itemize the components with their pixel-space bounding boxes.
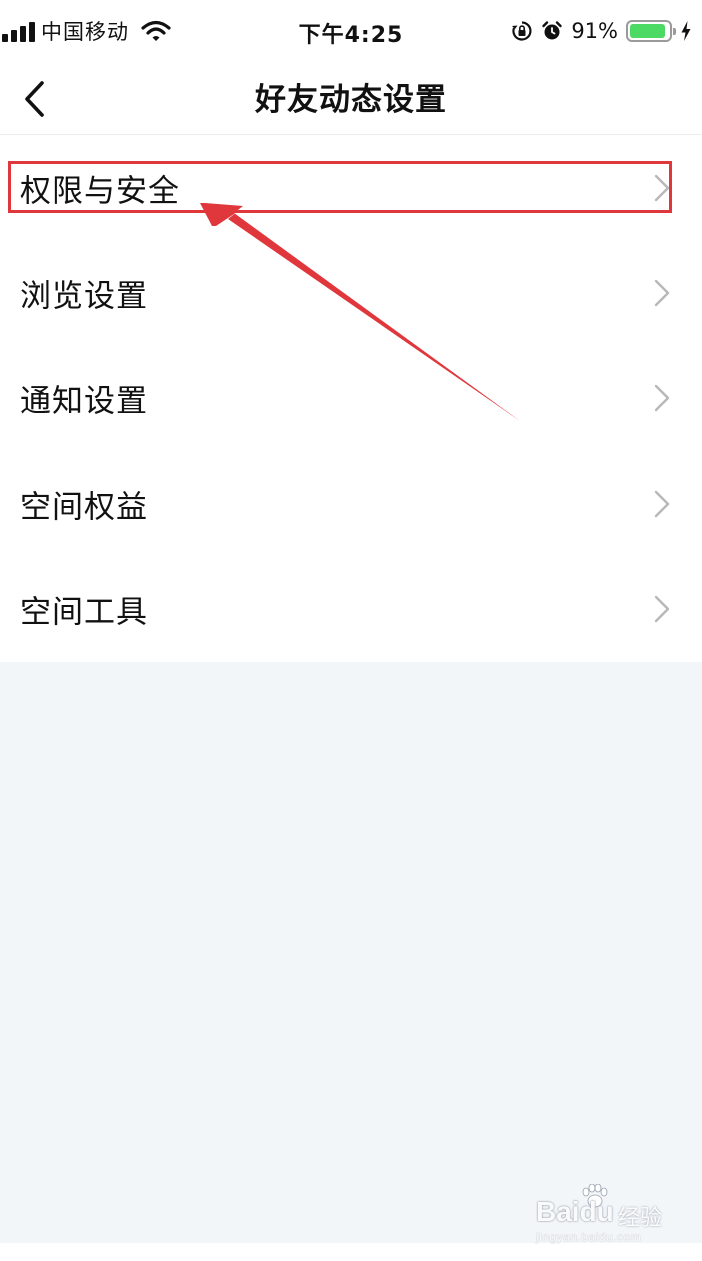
menu-item-space-tools[interactable]: 空间工具: [0, 557, 702, 662]
chevron-right-icon: [654, 596, 670, 623]
menu-item-space-benefits[interactable]: 空间权益: [0, 451, 702, 556]
status-bar: 中国移动 下午4:25 91%: [0, 0, 702, 64]
settings-menu: 权限与安全 浏览设置 通知设置 空间权益 空间工具: [0, 135, 702, 662]
bottom-band: [0, 1243, 702, 1261]
menu-item-label: 浏览设置: [20, 278, 148, 315]
battery-percent: 91%: [571, 19, 618, 43]
menu-item-permissions-security[interactable]: 权限与安全: [0, 135, 702, 240]
menu-item-label: 权限与安全: [20, 173, 180, 210]
watermark-brand: Baidu: [536, 1196, 614, 1227]
baidu-jingyan-watermark: Baidu 经验 jingyan.baidu.com: [534, 1184, 666, 1246]
menu-item-notification-settings[interactable]: 通知设置: [0, 346, 702, 451]
alarm-icon: [542, 21, 563, 40]
status-right: 91%: [511, 16, 692, 46]
watermark-url: jingyan.baidu.com: [536, 1230, 642, 1244]
battery-fill: [630, 24, 665, 38]
orientation-lock-icon: [512, 21, 532, 41]
menu-item-label: 空间工具: [20, 594, 148, 631]
chevron-right-icon: [654, 174, 670, 201]
screen: 中国移动 下午4:25 91% 好友动态设置 权限与安全 浏览设置 通知设置 空…: [0, 0, 702, 1261]
battery-icon: [626, 20, 676, 42]
nav-bar: 好友动态设置: [0, 64, 702, 135]
paw-logo-icon: [582, 1184, 608, 1208]
menu-item-label: 空间权益: [20, 489, 148, 526]
chevron-right-icon: [654, 490, 670, 518]
watermark-product: 经验: [618, 1206, 663, 1231]
chevron-right-icon: [654, 279, 670, 307]
menu-item-label: 通知设置: [20, 383, 148, 420]
page-title: 好友动态设置: [255, 82, 447, 118]
menu-item-browse-settings[interactable]: 浏览设置: [0, 240, 702, 345]
chevron-right-icon: [654, 385, 670, 412]
charging-icon: [681, 21, 691, 41]
